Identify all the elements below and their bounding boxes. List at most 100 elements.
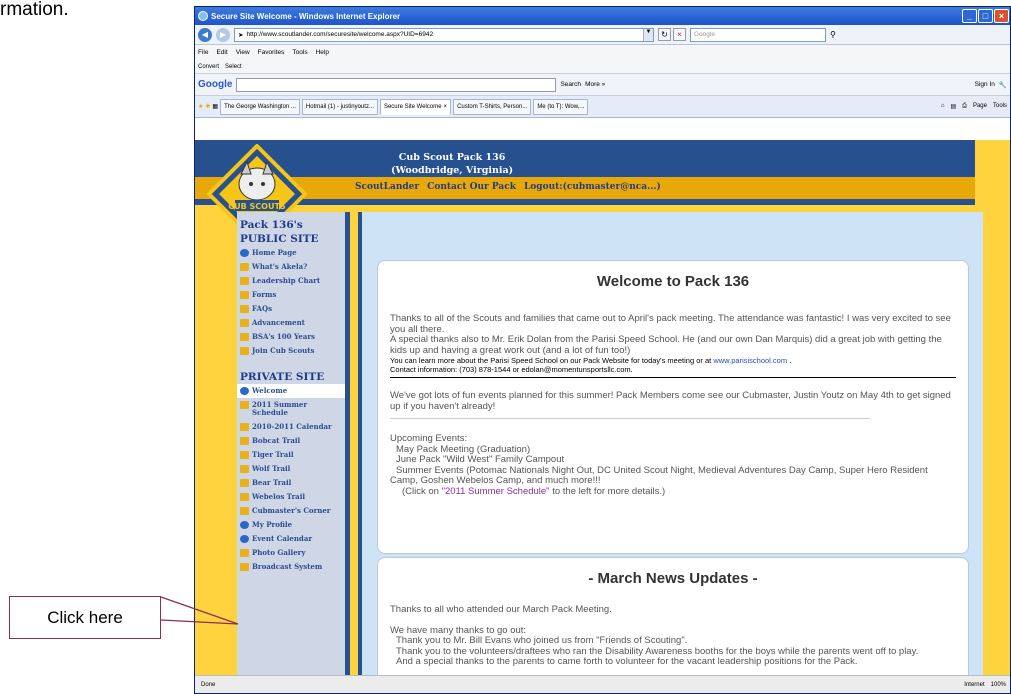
sidebar-item-my-profile[interactable]: My Profile	[237, 518, 345, 532]
home-icon[interactable]: ⌂	[941, 103, 945, 110]
tab-me-to-t[interactable]: Me (to T): Wow,...	[533, 98, 589, 115]
site-title-line1: Cub Scout Pack 136	[398, 152, 506, 163]
menu-tools[interactable]: Tools	[292, 49, 307, 56]
welcome-p1: Thanks to all of the Scouts and families…	[390, 313, 951, 335]
sidebar-item-tiger-trail[interactable]: Tiger Trail	[237, 448, 345, 462]
minimize-button[interactable]: _	[962, 9, 977, 23]
sidebar-item-2011-summer-schedule[interactable]: 2011 Summer Schedule	[237, 398, 345, 420]
sidebar-item-webelos-trail[interactable]: Webelos Trail	[237, 490, 345, 504]
sidebar-item-label: Photo Gallery	[252, 548, 306, 557]
sidebar-item-2010-2011-calendar[interactable]: 2010-2011 Calendar	[237, 420, 345, 434]
event-item: Summer Events (Potomac Nationals Night O…	[390, 464, 928, 486]
tab-hotmail[interactable]: Hotmail (1) - justinyoutz...	[301, 98, 378, 115]
divider	[390, 418, 870, 419]
google-more-button[interactable]: More »	[585, 81, 605, 88]
sidebar-item-bear-trail[interactable]: Bear Trail	[237, 476, 345, 490]
sidebar-item-bobcat-trail[interactable]: Bobcat Trail	[237, 434, 345, 448]
sidebar-item-forms[interactable]: Forms	[237, 288, 345, 302]
logout-link[interactable]: Logout:(cubmaster@nca...)	[524, 182, 661, 192]
feeds-icon[interactable]: ▤	[950, 103, 956, 110]
sidebar-item-welcome[interactable]: Welcome	[237, 384, 345, 398]
welcome-p3: You can learn more about the Parisi Spee…	[378, 356, 968, 365]
march-box: - March News Updates - Thanks to all who…	[377, 557, 969, 675]
sidebar-item-label: FAQs	[252, 304, 273, 313]
march-p3: Thank you to Mr. Bill Evans who joined u…	[396, 635, 688, 646]
quick-tabs-icon[interactable]: ▦	[212, 103, 218, 110]
menu-favorites[interactable]: Favorites	[258, 49, 285, 56]
public-menu: Home Page What's Akela? Leadership Chart Fo…	[237, 246, 345, 358]
sidebar-item-advancement[interactable]: Advancement	[237, 316, 345, 330]
tab-custom-tshirts[interactable]: Custom T-Shirts, Person...	[453, 98, 532, 115]
folder-icon	[240, 493, 249, 501]
google-search-input[interactable]	[236, 77, 557, 92]
sidebar-item-join-cub-scouts[interactable]: Join Cub Scouts	[237, 344, 345, 358]
menu-view[interactable]: View	[236, 49, 250, 56]
sidebar: Pack 136's PUBLIC SITE Home Page What's A…	[237, 212, 350, 675]
folder-icon	[240, 263, 249, 271]
globe-icon	[240, 521, 249, 529]
divider	[390, 377, 956, 378]
google-search-button[interactable]: Search	[560, 81, 581, 88]
refresh-icon[interactable]: ↻	[658, 28, 671, 41]
status-bar: Done Internet 100%	[195, 675, 1010, 693]
title-bar: Secure Site Welcome - Windows Internet E…	[195, 7, 1010, 25]
close-button[interactable]: ×	[994, 9, 1009, 23]
sidebar-item-what-s-akela[interactable]: What's Akela?	[237, 260, 345, 274]
sidebar-item-photo-gallery[interactable]: Photo Gallery	[237, 546, 345, 560]
wrench-icon[interactable]: 🔧	[999, 81, 1007, 89]
site-title-line2: (Woodbridge, Virginia)	[391, 165, 514, 176]
globe-icon	[240, 535, 249, 543]
folder-icon	[240, 347, 249, 355]
scoutlander-link[interactable]: ScoutLander	[355, 182, 419, 192]
forward-icon[interactable]: ▶	[216, 27, 230, 42]
public-heading-2: PUBLIC SITE	[240, 233, 319, 245]
menu-edit[interactable]: Edit	[216, 49, 227, 56]
sidebar-item-label: Leadership Chart	[252, 276, 321, 285]
sidebar-item-faqs[interactable]: FAQs	[237, 302, 345, 316]
page-icon: ➤	[238, 31, 244, 39]
favorites-star-icon[interactable]: ★	[198, 103, 203, 110]
folder-icon	[240, 563, 249, 571]
folder-icon	[240, 549, 249, 557]
tools-menu[interactable]: Tools	[993, 103, 1007, 110]
folder-icon	[240, 465, 249, 473]
click-note: (Click on "2011 Summer Schedule" to the …	[378, 486, 968, 498]
sidebar-item-cubmaster-s-corner[interactable]: Cubmaster's Corner	[237, 504, 345, 518]
print-icon[interactable]: ⎙	[962, 103, 967, 110]
sidebar-item-bsa-s-100-years[interactable]: BSA's 100 Years	[237, 330, 345, 344]
folder-icon	[240, 319, 249, 327]
convert-button[interactable]: Convert	[198, 64, 219, 70]
parisi-link[interactable]: www.parisischool.com	[713, 356, 787, 365]
site-page: Cub Scout Pack 136 (Woodbridge, Virginia…	[195, 140, 983, 675]
contact-link[interactable]: Contact Our Pack	[427, 182, 516, 192]
sidebar-item-wolf-trail[interactable]: Wolf Trail	[237, 462, 345, 476]
summer-schedule-link[interactable]: "2011 Summer Schedule"	[442, 486, 550, 497]
zoom-indicator[interactable]: 100%	[991, 682, 1006, 688]
menu-file[interactable]: File	[198, 49, 208, 56]
page-menu[interactable]: Page	[973, 103, 987, 110]
search-input[interactable]: Google	[690, 27, 826, 42]
public-heading-1: Pack 136's	[240, 219, 303, 231]
tab-secure-site-welcome[interactable]: Secure Site Welcome ×	[379, 98, 452, 115]
events-heading: Upcoming Events:	[390, 433, 468, 444]
search-icon[interactable]: ⚲	[830, 30, 836, 39]
select-button[interactable]: Select	[225, 64, 242, 70]
sidebar-item-event-calendar[interactable]: Event Calendar	[237, 532, 345, 546]
add-favorites-icon[interactable]: ✚	[205, 103, 210, 110]
sidebar-item-label: Bobcat Trail	[252, 436, 301, 445]
sidebar-item-leadership-chart[interactable]: Leadership Chart	[237, 274, 345, 288]
google-sign-in[interactable]: Sign In	[975, 81, 995, 88]
tab-close-icon[interactable]: ×	[444, 104, 448, 110]
back-icon[interactable]: ◀	[198, 27, 212, 42]
address-dropdown-icon[interactable]: ▼	[643, 28, 653, 41]
sidebar-item-home-page[interactable]: Home Page	[237, 246, 345, 260]
stop-icon[interactable]: ×	[673, 28, 686, 41]
sidebar-item-broadcast-system[interactable]: Broadcast System	[237, 560, 345, 574]
tab-george-washington[interactable]: The George Washington ...	[220, 98, 300, 115]
sidebar-item-label: Webelos Trail	[252, 492, 306, 501]
menu-help[interactable]: Help	[316, 49, 329, 56]
address-input[interactable]: ➤ http://www.scoutlander.com/securesite/…	[234, 27, 654, 42]
folder-icon	[240, 401, 249, 409]
maximize-button[interactable]: □	[978, 9, 993, 23]
google-logo: Google	[198, 79, 233, 90]
